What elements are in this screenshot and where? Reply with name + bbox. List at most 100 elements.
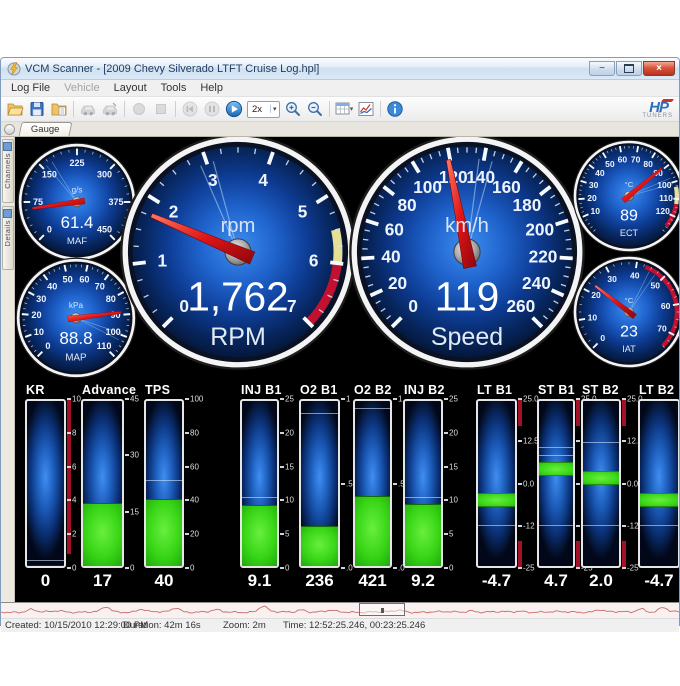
timeline-waveform bbox=[1, 603, 679, 618]
bar-tick-rail: 25.012.50.0-12-25 bbox=[621, 399, 635, 568]
gauge-tick-label: 0 bbox=[45, 341, 50, 351]
gauge-tick-label: 50 bbox=[62, 274, 72, 284]
gauge-name: MAP bbox=[65, 353, 86, 364]
side-tab-details-label: Details bbox=[3, 220, 12, 246]
side-tab-channels[interactable]: Channels bbox=[2, 139, 14, 203]
rail-tick bbox=[67, 533, 71, 535]
bar-peak-marker bbox=[640, 525, 678, 526]
rail-tick-label: 0.0 bbox=[523, 479, 534, 488]
table-display-button[interactable]: ▾ bbox=[333, 99, 355, 119]
zoom-out-button[interactable] bbox=[304, 99, 326, 119]
rail-tick bbox=[518, 525, 522, 527]
bar-gauge-track bbox=[25, 399, 66, 568]
bar-gauge-fill bbox=[27, 565, 64, 566]
bar-peak-marker bbox=[478, 525, 515, 526]
timeline-strip[interactable] bbox=[1, 602, 679, 618]
rail-tick bbox=[185, 567, 189, 569]
rail-tick bbox=[576, 483, 580, 485]
bar-peak-marker bbox=[242, 497, 277, 498]
bar-tick-rail: 2520151050 bbox=[279, 399, 293, 568]
save-log-button[interactable] bbox=[26, 99, 48, 119]
menu-layout[interactable]: Layout bbox=[107, 82, 154, 94]
rail-tick bbox=[67, 466, 71, 468]
rail-tick bbox=[576, 440, 580, 442]
rail-tick-label: -12 bbox=[523, 521, 535, 530]
bar-gauge-track bbox=[638, 399, 679, 568]
rail-tick bbox=[67, 499, 71, 501]
menu-log-file[interactable]: Log File bbox=[4, 82, 57, 94]
hp-tuners-logo: HP TUNERS bbox=[642, 99, 673, 121]
open-repository-icon bbox=[50, 100, 68, 118]
tab-gauge[interactable]: Gauge bbox=[19, 122, 73, 136]
minimize-button[interactable]: − bbox=[589, 61, 615, 76]
tab-scroll-button[interactable] bbox=[4, 124, 15, 135]
gauge-tick-label: 75 bbox=[33, 197, 43, 207]
menu-tools[interactable]: Tools bbox=[154, 82, 194, 94]
gauge-tick-label: 200 bbox=[525, 219, 554, 239]
rail-tick bbox=[280, 398, 284, 400]
gauge-tick-label: 70 bbox=[657, 324, 667, 334]
gauge-tick-label: 2 bbox=[169, 201, 179, 221]
toolbar-separator bbox=[124, 101, 125, 117]
gauge-tick-label: 5 bbox=[298, 201, 308, 221]
zoom-out-icon bbox=[306, 100, 324, 118]
play-button[interactable] bbox=[223, 99, 245, 119]
close-button[interactable]: × bbox=[643, 61, 675, 76]
zoom-in-button[interactable] bbox=[282, 99, 304, 119]
hp-swoosh-icon bbox=[661, 99, 674, 102]
open-log-button[interactable] bbox=[4, 99, 26, 119]
side-tab-details[interactable]: Details bbox=[2, 206, 14, 270]
rail-tick-label: 10 bbox=[72, 395, 81, 404]
playback-zoom-select[interactable]: 2x▾ bbox=[247, 101, 280, 118]
gauge-tick-label: 60 bbox=[618, 154, 628, 164]
rail-tick bbox=[67, 432, 71, 434]
gauge-tick-label: 80 bbox=[106, 294, 116, 304]
gauge-unit: kPa bbox=[69, 301, 84, 310]
bar-gauge-fill bbox=[83, 503, 122, 566]
gauge-tick-label: 80 bbox=[643, 159, 653, 169]
gauge-ect: 102030405060708090100110120°C89ECT bbox=[572, 139, 679, 253]
gauge-tick-label: 1 bbox=[158, 250, 168, 270]
bar-peak-marker bbox=[583, 442, 619, 443]
rail-tick-label: 100 bbox=[190, 395, 203, 404]
maximize-button[interactable] bbox=[616, 61, 642, 76]
gauge-tick-label: 20 bbox=[587, 193, 597, 203]
info-button[interactable] bbox=[384, 99, 406, 119]
status-duration: Duration: 42m 16s bbox=[123, 620, 201, 631]
playback-zoom-value: 2x bbox=[252, 104, 268, 115]
gauge-tick-label: 6 bbox=[309, 250, 319, 270]
rail-tick bbox=[185, 432, 189, 434]
gauge-tick-label: 20 bbox=[591, 290, 601, 300]
open-repository-button[interactable] bbox=[48, 99, 70, 119]
app-window: VCM Scanner - [2009 Chevy Silverado LTFT… bbox=[0, 57, 680, 626]
status-time: Time: 12:52:25.246, 00:23:25.246 bbox=[283, 620, 425, 631]
bar-gauge-injb2: INJ B225201510509.2 bbox=[403, 383, 457, 596]
gauge-speed: 020406080100120140160180200220240260km/h… bbox=[348, 137, 586, 371]
rail-tick-label: 0.0 bbox=[627, 479, 638, 488]
rail-tick bbox=[444, 432, 448, 434]
tuners-logo-text: TUNERS bbox=[642, 111, 673, 121]
rail-tick-label: 5 bbox=[285, 530, 289, 539]
gauge-tick-label: 0 bbox=[600, 333, 605, 343]
bar-gauge-fill bbox=[355, 496, 390, 566]
details-icon bbox=[3, 209, 12, 218]
gauge-tick-label: 300 bbox=[97, 169, 112, 179]
menu-help[interactable]: Help bbox=[193, 82, 230, 94]
rail-tick-label: 60 bbox=[190, 462, 199, 471]
gauge-tick-label: 70 bbox=[631, 154, 641, 164]
gauge-tick-label: 100 bbox=[413, 177, 442, 197]
menu-bar: Log FileVehicleLayoutToolsHelp bbox=[1, 80, 679, 97]
gauge-value: 1,762 bbox=[187, 273, 288, 319]
gauge-tick-label: 20 bbox=[388, 273, 407, 293]
rail-tick bbox=[622, 525, 626, 527]
gauge-tick-label: 150 bbox=[42, 169, 57, 179]
tab-gauge-label: Gauge bbox=[31, 124, 60, 135]
rail-tick bbox=[125, 567, 129, 569]
timeline-cursor[interactable] bbox=[359, 603, 405, 616]
rail-danger-zone bbox=[622, 541, 626, 568]
rail-tick bbox=[125, 511, 129, 513]
graph-display-button[interactable] bbox=[355, 99, 377, 119]
rail-tick-label: 0 bbox=[190, 564, 194, 573]
gauge-unit: °C bbox=[625, 180, 634, 189]
bar-gauge-advance: Advance453015017 bbox=[81, 383, 138, 596]
